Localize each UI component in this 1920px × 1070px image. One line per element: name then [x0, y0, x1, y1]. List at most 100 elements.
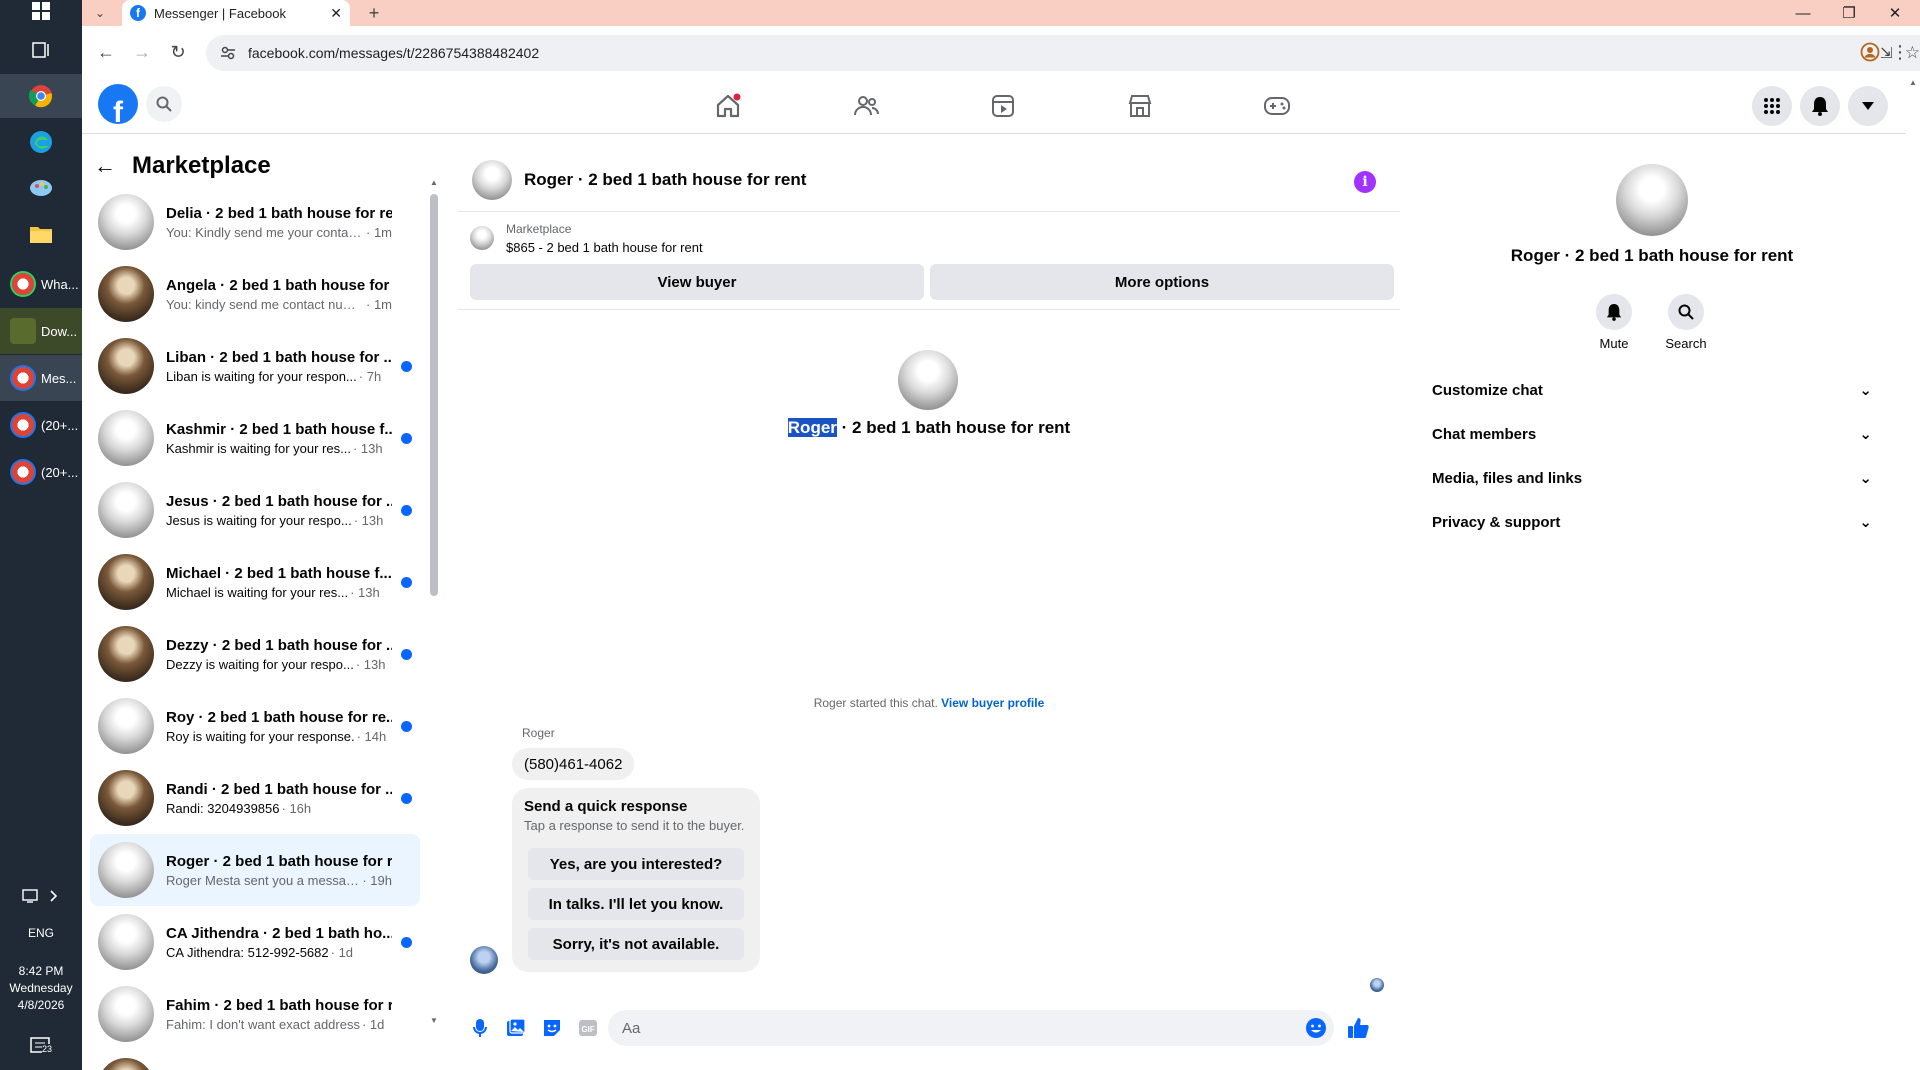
clock-day: Wednesday: [9, 981, 73, 995]
conversation-text: Fahim · 2 bed 1 bath house for r... Fahim…: [166, 997, 392, 1032]
section-customize-chat[interactable]: Customize chat ⌄: [1416, 368, 1888, 412]
taskbar-app-facebook-2[interactable]: (20+...: [0, 449, 82, 495]
conversation-avatar: [98, 842, 154, 898]
gif-icon[interactable]: GIF: [576, 1016, 600, 1040]
conversation-item[interactable]: Roy · 2 bed 1 bath house for re... Roy is…: [90, 690, 420, 762]
taskbar-file-explorer[interactable]: [0, 212, 82, 256]
nav-home[interactable]: [700, 82, 756, 130]
conversation-preview: Fahim: I don't want exact address: [166, 1016, 360, 1032]
quick-response-in-talks[interactable]: In talks. I'll let you know.: [528, 888, 744, 920]
back-arrow-icon[interactable]: ←: [94, 153, 116, 179]
more-options-button[interactable]: More options: [930, 264, 1394, 300]
conversation-item[interactable]: Christopher · 2 bed 1 bath ho...: [90, 1050, 420, 1070]
scroll-up-icon[interactable]: ▲: [430, 178, 438, 187]
info-avatar[interactable]: [1616, 164, 1688, 236]
conversation-scrollbar[interactable]: ▲ ▼: [430, 178, 438, 1025]
address-bar[interactable]: facebook.com/messages/t/2286754388482402…: [206, 35, 1920, 71]
chat-title[interactable]: Roger · 2 bed 1 bath house for rent: [524, 170, 806, 190]
message-bubble[interactable]: (580)461-4062: [512, 748, 635, 780]
emoji-icon[interactable]: [1304, 1016, 1328, 1040]
clock-time[interactable]: 8:42 PM: [0, 964, 82, 978]
sender-avatar[interactable]: [470, 946, 498, 974]
back-button[interactable]: ←: [90, 36, 122, 68]
quick-response-title: Send a quick response: [524, 798, 688, 815]
conversation-item[interactable]: Angela · 2 bed 1 bath house for ... You: …: [90, 258, 420, 330]
notification-center-button[interactable]: 23: [0, 1030, 82, 1064]
reload-button[interactable]: ↻: [162, 36, 194, 68]
notifications-button[interactable]: [1800, 86, 1840, 126]
view-buyer-button[interactable]: View buyer: [470, 264, 924, 300]
view-buyer-profile-link[interactable]: View buyer profile: [941, 696, 1044, 710]
message-input[interactable]: [608, 1010, 1334, 1046]
scrollbar-thumb[interactable]: [430, 194, 438, 596]
photo-icon[interactable]: [504, 1016, 528, 1040]
intro-avatar[interactable]: [898, 350, 958, 410]
system-tray-button[interactable]: [0, 882, 82, 910]
minimize-button[interactable]: —: [1780, 0, 1826, 26]
taskbar-app-whatsapp[interactable]: Wha...: [0, 261, 82, 307]
search-in-conversation-button[interactable]: Search: [1658, 294, 1714, 351]
microphone-icon[interactable]: [468, 1016, 492, 1040]
search-label: Search: [1665, 336, 1707, 351]
nav-marketplace[interactable]: [1112, 82, 1168, 130]
nav-video[interactable]: [975, 82, 1031, 130]
conversation-item[interactable]: Fahim · 2 bed 1 bath house for r... Fahim…: [90, 978, 420, 1050]
conversation-item[interactable]: Jesus · 2 bed 1 bath house for ... Jesus …: [90, 474, 420, 546]
quick-response-interested[interactable]: Yes, are you interested?: [528, 848, 744, 880]
forward-button[interactable]: →: [126, 36, 158, 68]
mute-button[interactable]: Mute: [1586, 294, 1642, 351]
conversation-name: Randi · 2 bed 1 bath house for ...: [166, 780, 392, 798]
language-indicator[interactable]: ENG: [0, 926, 82, 940]
conversation-item[interactable]: Delia · 2 bed 1 bath house for rent You: …: [90, 186, 420, 258]
taskbar-app-facebook-1[interactable]: (20+...: [0, 402, 82, 448]
taskbar-app-downloads[interactable]: Dow...: [0, 308, 82, 354]
nav-gaming[interactable]: [1249, 82, 1305, 130]
scroll-up-icon[interactable]: ▲: [1906, 78, 1920, 87]
start-button[interactable]: [0, 0, 82, 22]
scroll-down-icon[interactable]: ▼: [430, 1016, 438, 1025]
listing-thumbnail[interactable]: [470, 226, 494, 250]
sticker-icon[interactable]: [540, 1016, 564, 1040]
unread-dot: [401, 937, 412, 948]
taskbar-edge[interactable]: [0, 120, 82, 164]
facebook-logo[interactable]: f: [98, 84, 138, 124]
conversation-item[interactable]: Roger · 2 bed 1 bath house for r... Roger…: [90, 834, 420, 906]
tab-search-button[interactable]: ⌄: [84, 0, 116, 29]
conversation-item[interactable]: Dezzy · 2 bed 1 bath house for ... Dezzy …: [90, 618, 420, 690]
task-view-button[interactable]: [0, 28, 82, 72]
message-composer: GIF: [458, 1004, 1400, 1054]
info-icon[interactable]: i: [1354, 171, 1376, 193]
conversation-item[interactable]: CA Jithendra · 2 bed 1 bath ho... CA Jith…: [90, 906, 420, 978]
like-thumb-icon[interactable]: [1346, 1016, 1370, 1040]
profile-button[interactable]: [1854, 36, 1886, 68]
browser-menu-button[interactable]: ⋮: [1884, 36, 1916, 68]
windows-icon: [32, 2, 50, 20]
conversation-item[interactable]: Michael · 2 bed 1 bath house f... Michael…: [90, 546, 420, 618]
restore-button[interactable]: ❐: [1826, 0, 1872, 26]
listing-title[interactable]: $865 - 2 bed 1 bath house for rent: [506, 240, 703, 255]
facebook-search-button[interactable]: [146, 86, 182, 122]
chat-avatar[interactable]: [472, 159, 512, 200]
conversation-subline: Dezzy is waiting for your respo... · 13h: [166, 657, 392, 672]
nav-friends[interactable]: [838, 82, 894, 130]
page-scrollbar[interactable]: ▲: [1906, 78, 1920, 1070]
tab-strip: ⌄ f Messenger | Facebook ✕ + — ❐ ✕: [82, 0, 1920, 26]
section-privacy-support[interactable]: Privacy & support ⌄: [1416, 500, 1888, 544]
more-vertical-icon: ⋮: [1891, 41, 1909, 62]
quick-response-not-available[interactable]: Sorry, it's not available.: [528, 928, 744, 960]
taskbar-app-paint[interactable]: [0, 166, 82, 210]
conversation-item[interactable]: Liban · 2 bed 1 bath house for ... Liban …: [90, 330, 420, 402]
close-tab-icon[interactable]: ✕: [330, 5, 342, 22]
close-window-button[interactable]: ✕: [1872, 0, 1918, 26]
tab-messenger[interactable]: f Messenger | Facebook ✕: [122, 0, 350, 26]
taskbar-app-messenger[interactable]: Mes...: [0, 355, 82, 401]
menu-button[interactable]: [1752, 86, 1792, 126]
conversation-item[interactable]: Kashmir · 2 bed 1 bath house f... Kashmir…: [90, 402, 420, 474]
section-media-files-links[interactable]: Media, files and links ⌄: [1416, 456, 1888, 500]
section-chat-members[interactable]: Chat members ⌄: [1416, 412, 1888, 456]
taskbar-chrome[interactable]: [0, 74, 82, 118]
account-button[interactable]: [1848, 86, 1888, 126]
clock-date: 4/8/2026: [17, 998, 65, 1012]
new-tab-button[interactable]: +: [358, 0, 390, 29]
conversation-item[interactable]: Randi · 2 bed 1 bath house for ... Randi:…: [90, 762, 420, 834]
